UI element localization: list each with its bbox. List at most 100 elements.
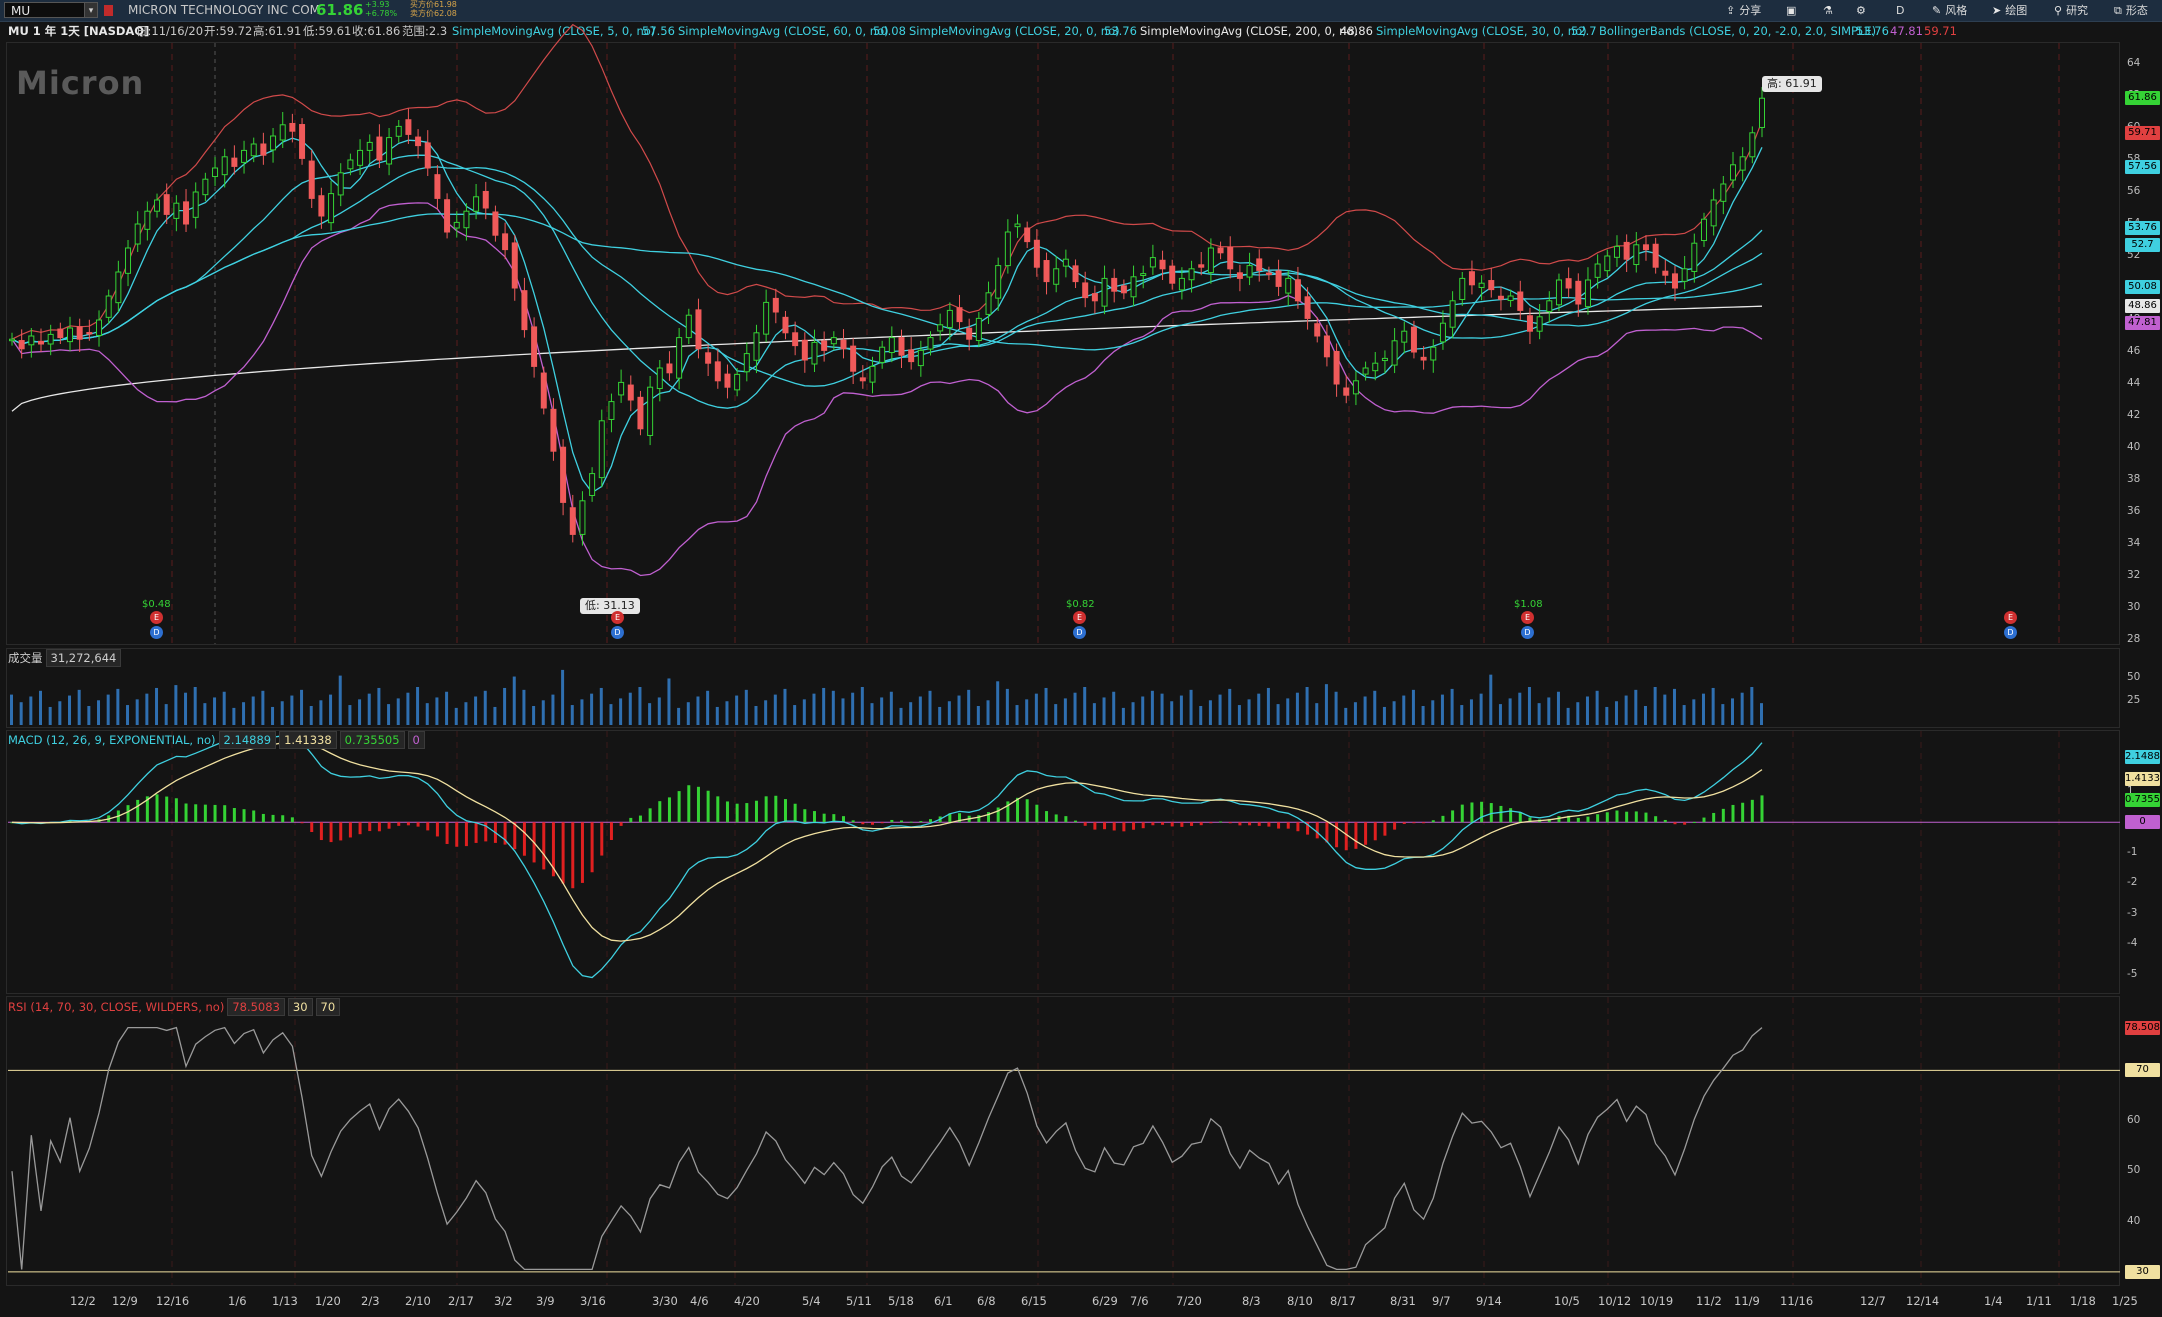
dividend-marker-icon[interactable]: D <box>1521 626 1534 639</box>
price-tag: 52.7 <box>2125 237 2160 252</box>
volume-bar <box>599 687 603 725</box>
earnings-marker-icon[interactable]: E <box>611 611 624 624</box>
macd-value: 2.14889 <box>218 731 277 749</box>
candle-body <box>105 295 112 318</box>
macd-histogram-bar <box>1750 799 1754 823</box>
candle-body <box>782 316 789 334</box>
macd-histogram-bar <box>1470 802 1474 823</box>
candle-body <box>463 210 470 229</box>
candle-body <box>927 337 934 350</box>
earnings-marker-icon[interactable]: E <box>1521 611 1534 624</box>
candle-body <box>241 149 248 163</box>
dividend-marker-icon[interactable]: D <box>1073 626 1086 639</box>
macd-histogram-bar <box>1190 822 1194 826</box>
price-axis-tick: 40 <box>2127 441 2141 453</box>
macd-histogram-bar <box>1644 812 1648 823</box>
candle-body <box>1478 282 1485 288</box>
volume-bar <box>425 703 429 725</box>
macd-histogram-bar <box>1025 799 1029 823</box>
macd-histogram-bar <box>677 791 681 823</box>
volume-bar <box>1034 693 1038 725</box>
macd-histogram-bar <box>890 819 894 823</box>
macd-histogram-bar <box>1460 804 1464 823</box>
volume-bar <box>561 669 565 725</box>
candle-body <box>1671 273 1678 289</box>
volume-bar <box>1334 691 1338 725</box>
volume-bar <box>1730 698 1734 725</box>
chart-canvas[interactable] <box>0 0 2162 1317</box>
time-axis-tick: 7/6 <box>1130 1294 1149 1308</box>
time-axis-tick: 8/3 <box>1242 1294 1261 1308</box>
volume-bar <box>1044 687 1048 725</box>
sma60-line <box>11 213 1763 351</box>
macd-histogram-bar <box>764 796 768 823</box>
candle-body <box>1004 231 1011 267</box>
candle-body <box>183 201 190 225</box>
candle-body <box>424 142 431 169</box>
dividend-marker-icon[interactable]: D <box>611 626 624 639</box>
candle-body <box>956 307 963 323</box>
rsi-label[interactable]: RSI (14, 70, 30, CLOSE, WILDERS, no) <box>8 1000 224 1014</box>
macd-histogram-bar <box>1277 822 1281 829</box>
dividend-marker-icon[interactable]: D <box>150 626 163 639</box>
macd-histogram-bar <box>1402 822 1406 824</box>
macd-histogram-bar <box>416 822 420 827</box>
volume-bar <box>1121 707 1125 725</box>
high-bubble: 高: 61.91 <box>1762 76 1822 92</box>
candle-body <box>1700 218 1707 242</box>
volume-bar <box>319 700 323 725</box>
volume-bar <box>1672 688 1676 725</box>
price-tag: 48.86 <box>2125 299 2160 314</box>
macd-histogram-bar <box>900 820 904 823</box>
volume-bar <box>754 706 758 725</box>
volume-bar <box>1353 702 1357 725</box>
time-axis-tick: 10/19 <box>1640 1294 1674 1308</box>
volume-bar <box>1663 694 1667 725</box>
candle-body <box>830 337 837 345</box>
earnings-marker-icon[interactable]: E <box>2004 611 2017 624</box>
volume-bar <box>1431 700 1435 725</box>
candle-body <box>734 373 741 391</box>
macd-histogram-bar <box>1441 815 1445 823</box>
candle-body <box>618 381 625 396</box>
macd-histogram-bar <box>184 803 188 823</box>
volume-bar <box>367 693 371 725</box>
macd-histogram-bar <box>1228 822 1232 824</box>
macd-histogram-bar <box>1741 802 1745 823</box>
volume-bar <box>1179 695 1183 725</box>
volume-bar <box>164 704 168 725</box>
macd-histogram-bar <box>174 798 178 823</box>
candle-body <box>502 233 509 251</box>
candle-body <box>250 143 257 157</box>
macd-histogram-bar <box>136 799 140 823</box>
volume-bar <box>29 696 33 725</box>
volume-bar <box>938 706 942 725</box>
macd-histogram-bar <box>1122 822 1126 832</box>
candle-body <box>1739 156 1746 171</box>
macd-histogram-bar <box>609 822 613 840</box>
candle-body <box>908 349 915 363</box>
low-bubble: 低: 31.13 <box>580 598 640 614</box>
candle-body <box>1014 223 1021 228</box>
candle-body <box>1642 244 1649 251</box>
volume-bar <box>348 705 352 725</box>
macd-label[interactable]: MACD (12, 26, 9, EXPONENTIAL, no) <box>8 733 216 747</box>
candle-body <box>1555 279 1562 306</box>
earnings-marker-icon[interactable]: E <box>150 611 163 624</box>
time-axis-tick: 9/7 <box>1432 1294 1451 1308</box>
candle-body <box>1265 272 1272 276</box>
volume-bar <box>1643 706 1647 725</box>
candle-body <box>1120 285 1127 294</box>
earnings-marker-icon[interactable]: E <box>1073 611 1086 624</box>
candle-body <box>76 326 83 340</box>
time-axis-tick: 10/5 <box>1554 1294 1580 1308</box>
volume-bar <box>909 702 913 725</box>
candle-body <box>656 367 663 390</box>
volume-bar <box>928 690 932 725</box>
candle-body <box>1314 323 1321 337</box>
candle-body <box>163 194 170 215</box>
time-axis-tick: 3/2 <box>494 1294 513 1308</box>
volume-label: 成交量 <box>8 651 43 665</box>
volume-bar <box>619 698 623 725</box>
dividend-marker-icon[interactable]: D <box>2004 626 2017 639</box>
